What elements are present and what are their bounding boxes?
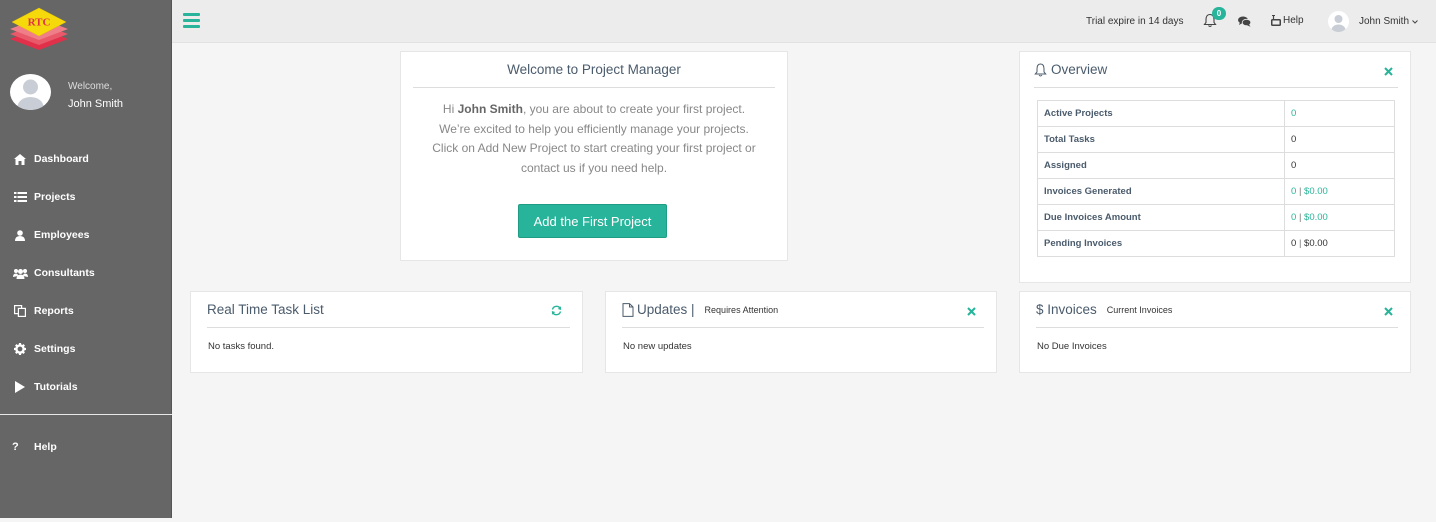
bell-outline-icon	[1034, 62, 1047, 76]
invoices-title: $ Invoices	[1036, 302, 1097, 317]
refresh-icon[interactable]	[551, 305, 562, 316]
file-icon	[622, 302, 634, 317]
copy-icon	[12, 305, 28, 317]
table-row: Pending Invoices 0 | $0.00	[1037, 230, 1395, 257]
help-link[interactable]: Help	[1271, 15, 1304, 26]
invoices-panel: $ Invoices Current Invoices No Due Invoi…	[1019, 291, 1411, 373]
chevron-down-icon	[1412, 19, 1418, 24]
sidebar-item-projects[interactable]: Projects	[0, 178, 172, 216]
task-list-title: Real Time Task List	[207, 302, 324, 317]
list-icon	[12, 191, 28, 203]
help-label: Help	[1283, 15, 1304, 26]
close-icon[interactable]	[967, 307, 976, 316]
total-tasks-value: 0	[1284, 126, 1395, 153]
user-menu[interactable]: John Smith	[1359, 16, 1418, 27]
user-icon	[12, 229, 28, 241]
row-label: Pending Invoices	[1037, 230, 1285, 257]
table-row: Total Tasks 0	[1037, 126, 1395, 153]
sidebar-item-label: Reports	[34, 305, 74, 317]
welcome-panel: Welcome to Project Manager Hi John Smith…	[400, 51, 788, 261]
users-icon	[12, 267, 28, 279]
close-icon[interactable]	[1384, 67, 1393, 76]
welcome-message: Hi John Smith, you are about to create y…	[421, 100, 767, 178]
sidebar-item-settings[interactable]: Settings	[0, 330, 172, 368]
row-label: Invoices Generated	[1037, 178, 1285, 205]
sidebar-item-label: Dashboard	[34, 153, 89, 165]
notification-badge: 0	[1212, 7, 1226, 20]
task-list-panel: Real Time Task List No tasks found.	[190, 291, 583, 373]
close-icon[interactable]	[1384, 307, 1393, 316]
table-row: Assigned 0	[1037, 152, 1395, 179]
row-label: Active Projects	[1037, 100, 1285, 127]
sidebar-item-label: Consultants	[34, 267, 95, 279]
sidebar-item-dashboard[interactable]: Dashboard	[0, 140, 172, 178]
welcome-title: Welcome to Project Manager	[507, 62, 681, 77]
sidebar-avatar	[10, 74, 51, 110]
sidebar: RTC Welcome, John Smith Dashboard Projec…	[0, 0, 172, 518]
sidebar-item-tutorials[interactable]: Tutorials	[0, 368, 172, 406]
task-list-empty: No tasks found.	[208, 341, 275, 352]
sidebar-item-reports[interactable]: Reports	[0, 292, 172, 330]
welcome-line-2: We’re excited to help you efficiently ma…	[439, 121, 749, 136]
sidebar-item-label: Projects	[34, 191, 76, 203]
play-icon	[12, 381, 28, 393]
invoices-generated-value[interactable]: 0 | $0.00	[1284, 178, 1395, 205]
invoices-empty: No Due Invoices	[1037, 341, 1107, 352]
sidebar-item-label: Employees	[34, 229, 90, 241]
sidebar-user-name: John Smith	[68, 98, 124, 110]
menu-toggle-icon[interactable]	[183, 13, 200, 28]
welcome-label: Welcome,	[68, 81, 113, 92]
rtc-logo[interactable]: RTC	[8, 6, 70, 52]
sidebar-item-employees[interactable]: Employees	[0, 216, 172, 254]
sidebar-divider	[0, 414, 172, 415]
assigned-value: 0	[1284, 152, 1395, 179]
sidebar-item-consultants[interactable]: Consultants	[0, 254, 172, 292]
chat-icon[interactable]	[1238, 16, 1251, 27]
invoices-subtitle: Current Invoices	[1106, 304, 1173, 315]
overview-title: Overview	[1051, 62, 1108, 77]
updates-empty: No new updates	[623, 341, 692, 352]
welcome-line-1: , you are about to create your first pro…	[522, 102, 746, 116]
table-row: Invoices Generated 0 | $0.00	[1037, 178, 1395, 205]
updates-subtitle: Requires Attention	[704, 304, 779, 315]
home-icon	[12, 153, 28, 165]
add-first-project-button[interactable]: Add the First Project	[518, 204, 667, 238]
row-label: Assigned	[1037, 152, 1285, 179]
greeting-text: Hi	[442, 102, 455, 116]
sidebar-item-label: Settings	[34, 343, 76, 355]
welcome-line-4: contact us if you need help.	[520, 160, 668, 175]
youtube-icon	[1271, 15, 1281, 26]
active-projects-value[interactable]: 0	[1284, 100, 1395, 127]
row-label: Due Invoices Amount	[1037, 204, 1285, 231]
due-invoices-value[interactable]: 0 | $0.00	[1284, 204, 1395, 231]
overview-panel: Overview Active Projects 0 Total Tasks 0…	[1019, 51, 1411, 283]
table-row: Active Projects 0	[1037, 100, 1395, 127]
sidebar-item-label: Help	[34, 441, 57, 453]
sidebar-item-label: Tutorials	[34, 381, 78, 393]
greeting-name: John Smith	[457, 102, 523, 116]
updates-panel: Updates | Requires Attention No new upda…	[605, 291, 997, 373]
gear-icon	[12, 343, 28, 355]
sidebar-nav: Dashboard Projects Employees Consultants…	[0, 140, 172, 406]
trial-notice: Trial expire in 14 days	[1086, 16, 1184, 27]
svg-text:RTC: RTC	[28, 17, 51, 29]
sidebar-item-help[interactable]: ? Help	[0, 428, 172, 466]
question-icon: ?	[12, 441, 19, 453]
row-label: Total Tasks	[1037, 126, 1285, 153]
pending-invoices-value: 0 | $0.00	[1284, 230, 1395, 257]
user-menu-name: John Smith	[1359, 16, 1410, 27]
welcome-line-3: Click on Add New Project to start creati…	[432, 141, 756, 155]
user-avatar[interactable]	[1328, 11, 1349, 32]
overview-table: Active Projects 0 Total Tasks 0 Assigned…	[1037, 100, 1395, 257]
topbar: Trial expire in 14 days 0 Help John Smit…	[172, 0, 1436, 43]
updates-title: Updates |	[637, 302, 695, 317]
table-row: Due Invoices Amount 0 | $0.00	[1037, 204, 1395, 231]
